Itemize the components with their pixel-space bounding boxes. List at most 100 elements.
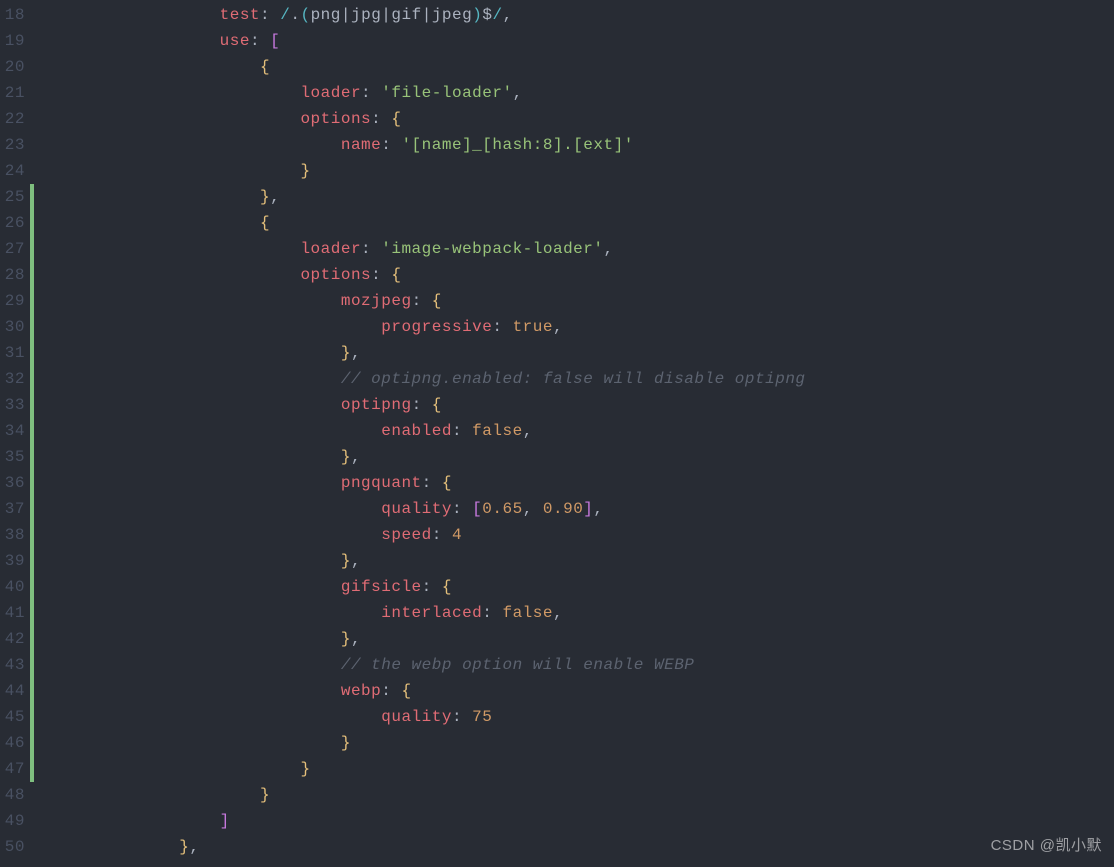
token-brace: { [391, 266, 401, 284]
token-punc: , [513, 84, 523, 102]
token-punc: , [523, 500, 543, 518]
token-regbody: gif [391, 6, 421, 24]
token-brace: } [300, 162, 310, 180]
code-line[interactable]: webp: { [58, 678, 806, 704]
line-number: 48 [0, 782, 30, 808]
token-punc: : [452, 708, 472, 726]
code-line[interactable]: // optipng.enabled: false will disable o… [58, 366, 806, 392]
token-reg: / [492, 6, 502, 24]
code-line[interactable]: interlaced: false, [58, 600, 806, 626]
code-line[interactable]: pngquant: { [58, 470, 806, 496]
code-line[interactable]: progressive: true, [58, 314, 806, 340]
token-prop: gifsicle [341, 578, 422, 596]
code-line[interactable]: options: { [58, 262, 806, 288]
token-brace: { [442, 474, 452, 492]
code-line[interactable]: loader: 'file-loader', [58, 80, 806, 106]
code-line[interactable]: options: { [58, 106, 806, 132]
line-number: 25 [0, 184, 30, 210]
line-number: 42 [0, 626, 30, 652]
line-number: 41 [0, 600, 30, 626]
token-reg: / [280, 6, 290, 24]
token-regbody: jpg [351, 6, 381, 24]
code-line[interactable]: quality: 75 [58, 704, 806, 730]
line-number: 34 [0, 418, 30, 444]
token-str: 'image-webpack-loader' [381, 240, 603, 258]
token-punc: : [452, 422, 472, 440]
code-line[interactable]: } [58, 730, 806, 756]
code-line[interactable]: } [58, 756, 806, 782]
token-punc: , [351, 552, 361, 570]
token-bracket: ] [220, 812, 230, 830]
token-bracket: ] [583, 500, 593, 518]
token-paren: ( [300, 6, 310, 24]
code-line[interactable]: test: /.(png|jpg|gif|jpeg)$/, [58, 2, 806, 28]
token-punc: : [412, 292, 432, 310]
token-brace: { [260, 58, 270, 76]
token-punc: : [422, 578, 442, 596]
code-line[interactable]: gifsicle: { [58, 574, 806, 600]
token-prop: options [300, 266, 371, 284]
line-number: 18 [0, 2, 30, 28]
token-bool: true [513, 318, 553, 336]
token-bracket: [ [472, 500, 482, 518]
code-line[interactable]: }, [58, 626, 806, 652]
token-prop: enabled [381, 422, 452, 440]
line-number: 43 [0, 652, 30, 678]
token-bool: false [502, 604, 553, 622]
token-regbody: $ [482, 6, 492, 24]
line-number: 39 [0, 548, 30, 574]
token-brace: } [179, 838, 189, 856]
code-line[interactable]: optipng: { [58, 392, 806, 418]
line-number: 30 [0, 314, 30, 340]
line-number: 37 [0, 496, 30, 522]
token-prop: webp [341, 682, 381, 700]
code-line[interactable]: }, [58, 184, 806, 210]
token-prop: loader [300, 240, 361, 258]
code-line[interactable]: }, [58, 444, 806, 470]
token-punc: , [351, 630, 361, 648]
token-punc: : [412, 396, 432, 414]
code-line[interactable]: } [58, 158, 806, 184]
code-line[interactable]: { [58, 54, 806, 80]
line-number: 47 [0, 756, 30, 782]
token-prop: optipng [341, 396, 412, 414]
token-regbody: . [290, 6, 300, 24]
token-num: 0.90 [543, 500, 583, 518]
token-brace: } [341, 344, 351, 362]
code-area[interactable]: test: /.(png|jpg|gif|jpeg)$/, use: [ { l… [58, 2, 806, 860]
code-line[interactable]: name: '[name]_[hash:8].[ext]' [58, 132, 806, 158]
token-brace: } [341, 734, 351, 752]
code-line[interactable]: }, [58, 834, 806, 860]
token-prop: mozjpeg [341, 292, 412, 310]
code-line[interactable]: } [58, 782, 806, 808]
token-punc: , [603, 240, 613, 258]
line-number: 29 [0, 288, 30, 314]
token-prop: test [220, 6, 260, 24]
token-punc: : [361, 240, 381, 258]
token-regbody: png [311, 6, 341, 24]
token-brace: } [341, 448, 351, 466]
token-punc: , [553, 318, 563, 336]
token-com: // the webp option will enable WEBP [341, 656, 695, 674]
token-prop: loader [300, 84, 361, 102]
token-punc: | [381, 6, 391, 24]
code-line[interactable]: enabled: false, [58, 418, 806, 444]
line-number: 45 [0, 704, 30, 730]
code-line[interactable]: use: [ [58, 28, 806, 54]
code-line[interactable]: mozjpeg: { [58, 288, 806, 314]
line-number: 24 [0, 158, 30, 184]
code-line[interactable]: // the webp option will enable WEBP [58, 652, 806, 678]
line-number: 50 [0, 834, 30, 860]
token-str: 'file-loader' [381, 84, 512, 102]
token-brace: } [341, 630, 351, 648]
code-line[interactable]: ] [58, 808, 806, 834]
code-line[interactable]: }, [58, 548, 806, 574]
code-line[interactable]: { [58, 210, 806, 236]
line-number: 36 [0, 470, 30, 496]
code-line[interactable]: speed: 4 [58, 522, 806, 548]
line-number: 23 [0, 132, 30, 158]
code-line[interactable]: loader: 'image-webpack-loader', [58, 236, 806, 262]
line-number: 32 [0, 366, 30, 392]
code-line[interactable]: }, [58, 340, 806, 366]
code-line[interactable]: quality: [0.65, 0.90], [58, 496, 806, 522]
